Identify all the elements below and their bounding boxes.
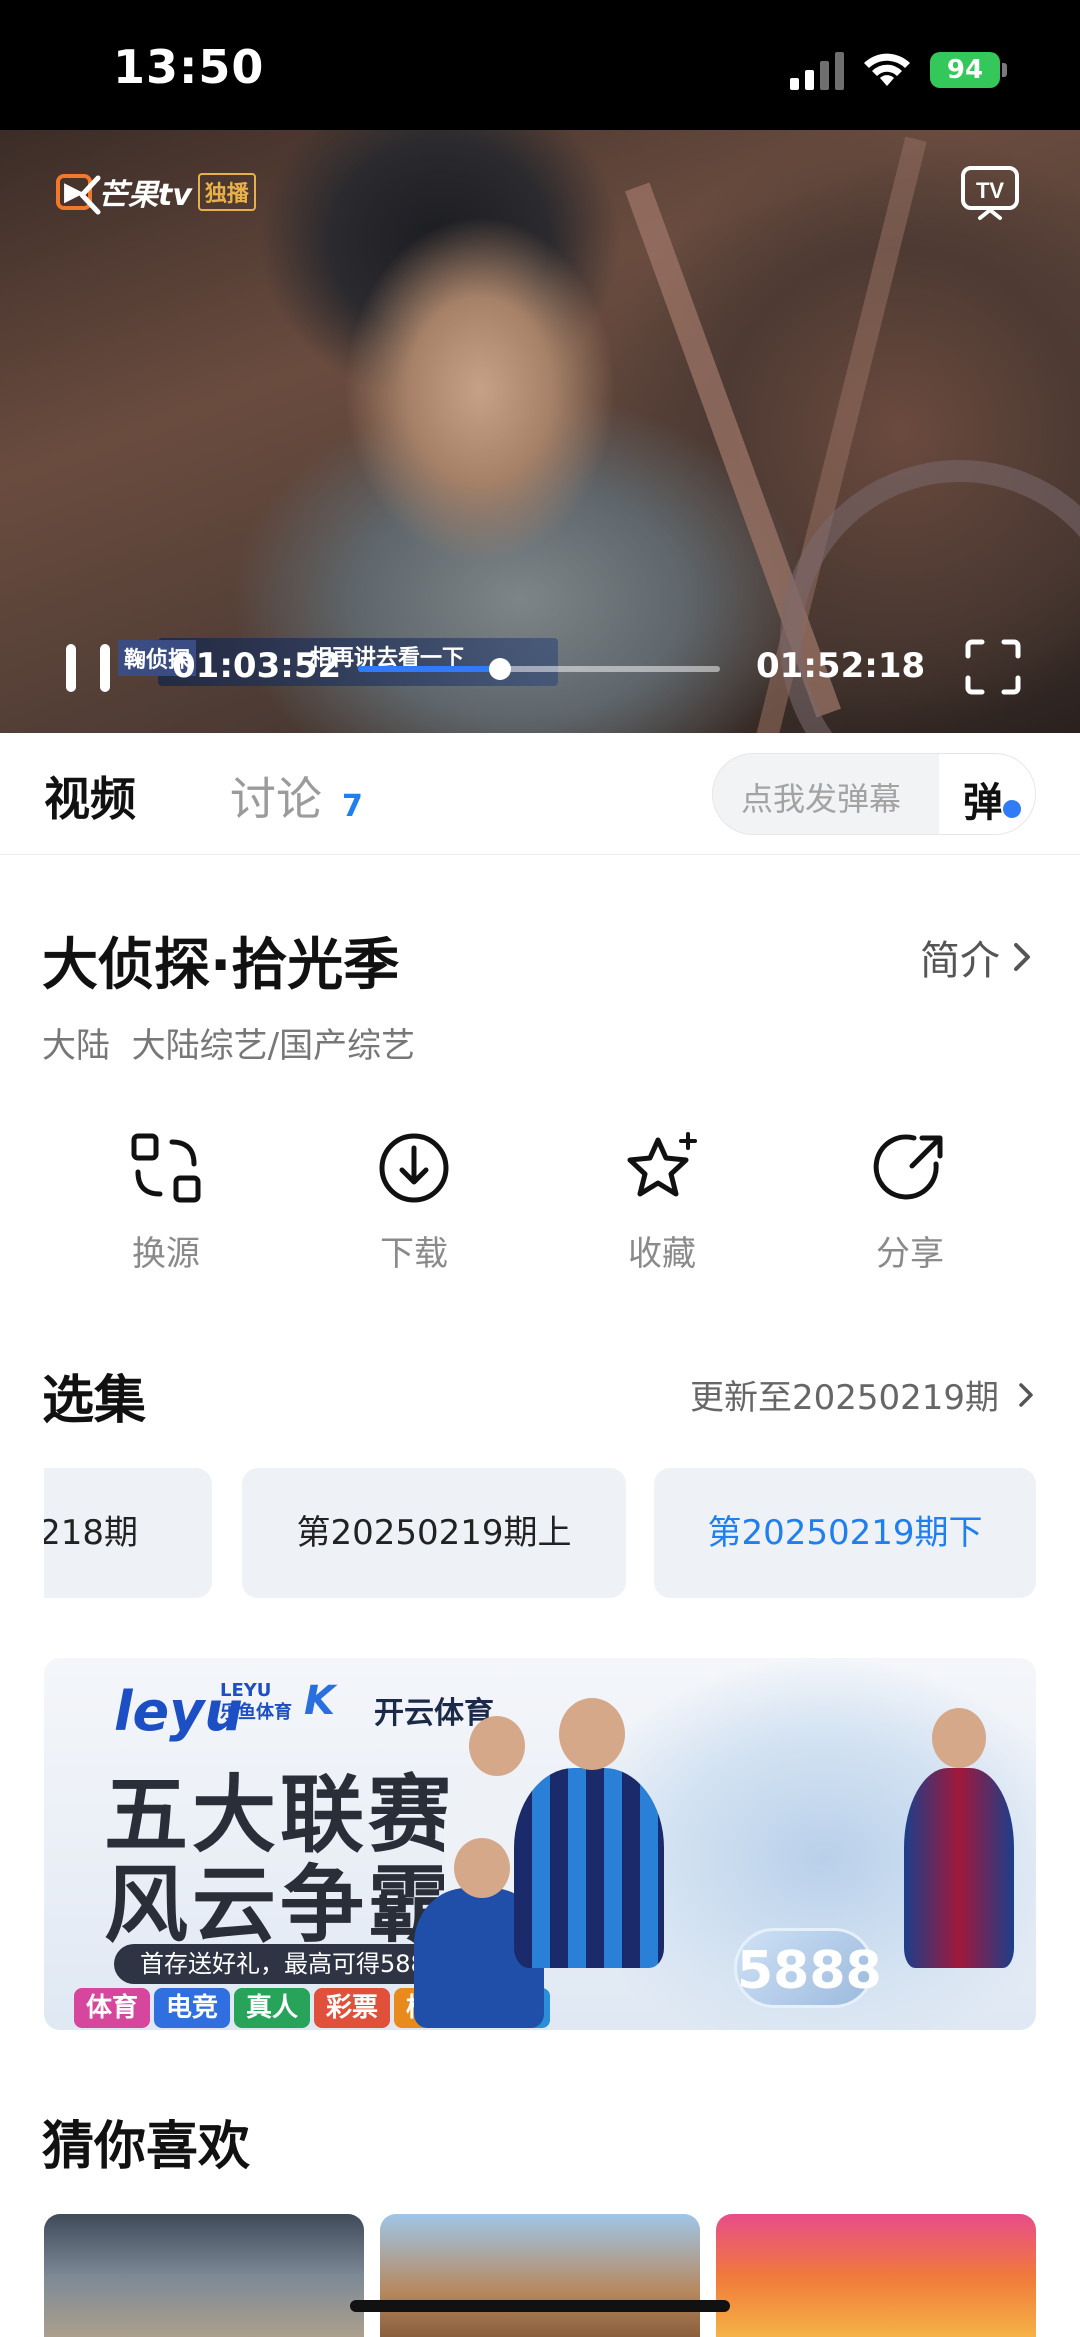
fullscreen-icon[interactable] [964, 638, 1022, 696]
danmu-button-label: 弹 [963, 780, 1003, 826]
episode-list[interactable]: 218期 第20250219期上 第20250219期下 [44, 1468, 1036, 1598]
danmu-toggle-button[interactable]: 弹 [939, 754, 1035, 834]
tab-discuss[interactable]: 讨论 [230, 763, 322, 829]
discuss-count-badge: 7 [342, 789, 363, 824]
total-time: 01:52:18 [756, 646, 926, 686]
chevron-right-icon [1019, 1382, 1033, 1407]
cast-tv-icon[interactable]: TV [958, 160, 1022, 224]
back-arrow-icon[interactable] [66, 170, 116, 220]
wifi-icon [864, 53, 910, 86]
episode-card-active[interactable]: 第20250219期下 [654, 1468, 1036, 1598]
recommend-list [44, 2214, 1036, 2337]
ad-banner[interactable]: leyu LEYU 乐鱼体育 K 开云体育 五大联赛 风云争霸 首存送好礼，最高… [44, 1658, 1036, 2030]
switch-source-button[interactable]: 换源 [91, 1130, 241, 1275]
action-label: 收藏 [628, 1234, 696, 1274]
intro-link[interactable]: 简介 [920, 928, 1032, 986]
banner-category: 体育 [74, 1988, 151, 2028]
cellular-signal-icon [790, 52, 844, 90]
footballer-head [559, 1698, 625, 1770]
pause-icon[interactable] [60, 640, 116, 696]
action-label: 分享 [876, 1234, 944, 1274]
progress-fill [358, 666, 500, 672]
leyu-logo-sub: LEYU 乐鱼体育 [220, 1680, 292, 1724]
footballer-head [469, 1716, 525, 1776]
episodes-update-text: 更新至20250219期 [690, 1378, 1000, 1418]
action-label: 下载 [380, 1234, 448, 1274]
show-tags: 大陆 大陆综艺/国产综艺 [42, 1018, 415, 1067]
danmu-check-icon [1001, 798, 1023, 820]
episode-card[interactable]: 218期 [44, 1468, 212, 1598]
battery-level: 94 [930, 52, 1000, 88]
banner-coin: 5888 [734, 1928, 882, 2008]
leyu-logo-cn: 乐鱼体育 [220, 1702, 292, 1723]
kaiyun-logo-icon: K [304, 1678, 335, 1724]
danmu-input[interactable]: 点我发弹幕 [741, 774, 901, 820]
video-player[interactable]: ▶ 芒果tv 独播 TV 鞠侦探 相再讲去看一下 01:03:52 01:52:… [0, 130, 1080, 733]
leyu-logo-en: LEYU [220, 1680, 272, 1701]
battery-cap [1002, 63, 1007, 77]
svg-text:TV: TV [976, 178, 1004, 203]
episode-label: 218期 [44, 1513, 138, 1553]
switch-source-icon [131, 1133, 201, 1203]
intro-label: 简介 [920, 938, 1000, 984]
footballer-head [932, 1708, 986, 1768]
status-bar: 13:50 94 [0, 0, 1080, 130]
genre-tag: 大陆综艺/国产综艺 [131, 1026, 416, 1066]
home-indicator[interactable] [350, 2300, 730, 2312]
progress-bar[interactable] [358, 658, 720, 680]
footballer-figure [904, 1768, 1014, 1968]
region-tag: 大陆 [42, 1026, 110, 1066]
episodes-update-link[interactable]: 更新至20250219期 [690, 1370, 1035, 1419]
episodes-heading: 选集 [42, 1371, 147, 1431]
banner-category: 电竞 [154, 1988, 231, 2028]
recommend-card[interactable] [716, 2214, 1036, 2337]
battery-indicator: 94 [930, 50, 1010, 90]
status-time: 13:50 [113, 40, 265, 94]
favorite-star-icon [627, 1132, 697, 1197]
favorite-button[interactable]: 收藏 [587, 1130, 737, 1275]
recommend-card[interactable] [380, 2214, 700, 2337]
recommend-heading: 猜你喜欢 [42, 2117, 251, 2177]
tab-video[interactable]: 视频 [44, 763, 136, 829]
episode-card[interactable]: 第20250219期上 [242, 1468, 626, 1598]
recommend-card[interactable] [44, 2214, 364, 2337]
download-icon [379, 1133, 449, 1203]
download-button[interactable]: 下载 [339, 1130, 489, 1275]
episode-label: 第20250219期下 [707, 1513, 983, 1553]
action-row: 换源 下载 收藏 分享 [0, 1130, 1080, 1280]
show-title: 大侦探·拾光季 [42, 933, 400, 998]
exclusive-badge: 独播 [197, 173, 256, 211]
share-icon [873, 1134, 943, 1200]
share-button[interactable]: 分享 [835, 1130, 985, 1275]
content-tab-bar: 视频 讨论 7 点我发弹幕 弹 [0, 733, 1080, 855]
danmu-box[interactable]: 点我发弹幕 弹 [712, 753, 1036, 835]
episode-label: 第20250219期上 [296, 1513, 572, 1553]
action-label: 换源 [132, 1234, 200, 1274]
banner-category: 彩票 [314, 1988, 391, 2028]
chevron-right-icon [1014, 943, 1030, 971]
progress-knob[interactable] [488, 658, 511, 680]
current-time: 01:03:52 [172, 646, 342, 686]
footballer-figure [514, 1768, 664, 1968]
footballer-head [454, 1838, 510, 1898]
banner-category: 真人 [234, 1988, 311, 2028]
banner-headline-2: 风云争霸 [104, 1856, 457, 1954]
